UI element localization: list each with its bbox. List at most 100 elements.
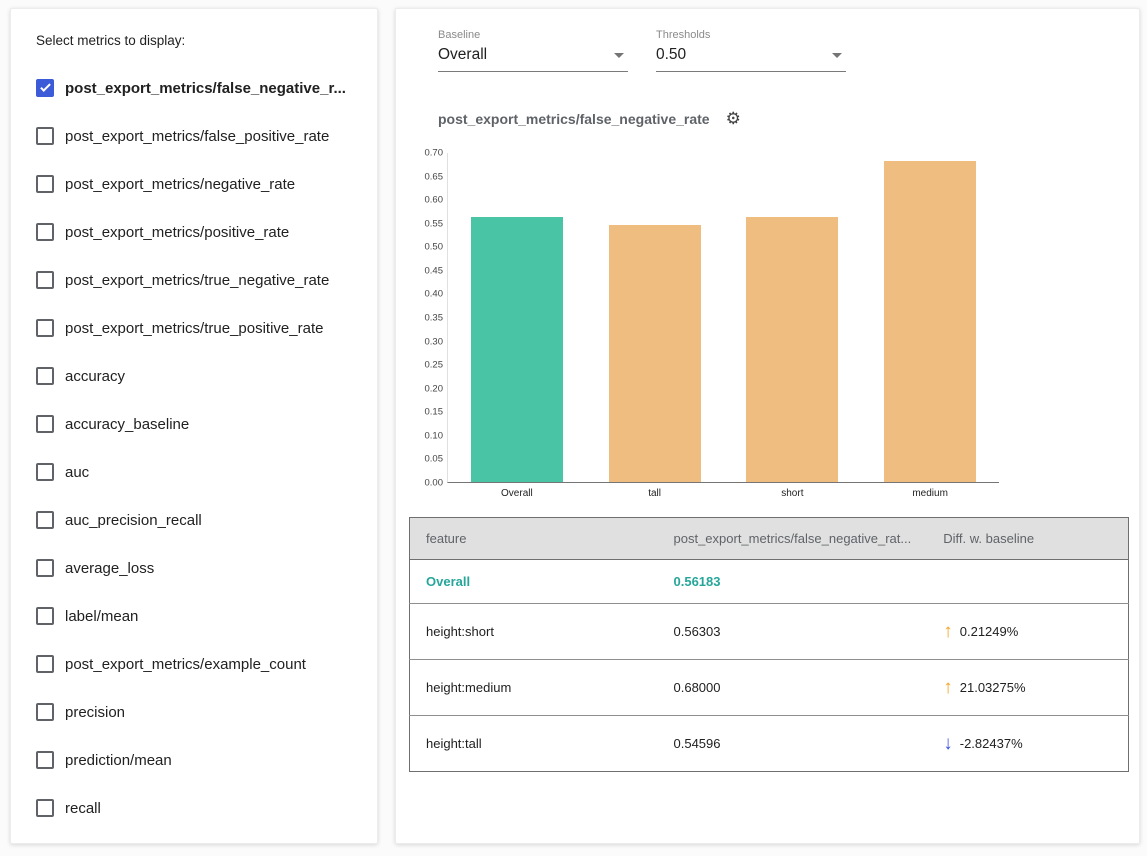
header-metric-value: post_export_metrics/false_negative_rat..… [658, 518, 928, 560]
thresholds-dropdown[interactable]: Thresholds 0.50 [656, 29, 846, 72]
checkbox-unchecked[interactable] [36, 223, 54, 241]
x-axis-label: short [724, 488, 862, 499]
checkbox-unchecked[interactable] [36, 319, 54, 337]
table-row[interactable]: height:short0.56303↑0.21249% [410, 604, 1129, 660]
metric-item[interactable]: post_export_metrics/false_positive_rate [36, 112, 377, 160]
metric-label: post_export_metrics/example_count [65, 656, 306, 673]
diff-cell [927, 560, 1128, 604]
checkbox-unchecked[interactable] [36, 127, 54, 145]
table-row[interactable]: height:tall0.54596↓-2.82437% [410, 716, 1129, 772]
metric-item[interactable]: recall [36, 784, 377, 832]
metric-label: post_export_metrics/true_negative_rate [65, 272, 329, 289]
checkbox-unchecked[interactable] [36, 271, 54, 289]
table-row[interactable]: height:medium0.68000↑21.03275% [410, 660, 1129, 716]
checkbox-unchecked[interactable] [36, 367, 54, 385]
y-axis-tick-label: 0.50 [425, 242, 444, 253]
y-axis: 0.000.050.100.150.200.250.300.350.400.45… [421, 153, 447, 483]
y-axis-tick-label: 0.00 [425, 478, 444, 489]
checkbox-unchecked[interactable] [36, 463, 54, 481]
header-diff: Diff. w. baseline [927, 518, 1128, 560]
metric-item[interactable]: post_export_metrics/true_positive_rate [36, 304, 377, 352]
bar-medium[interactable] [884, 161, 976, 482]
baseline-dropdown-value: Overall [438, 46, 487, 64]
y-axis-tick-label: 0.10 [425, 430, 444, 441]
checkbox-unchecked[interactable] [36, 607, 54, 625]
metric-selector-panel: Select metrics to display: post_export_m… [10, 8, 378, 844]
bar-chart: 0.000.050.100.150.200.250.300.350.400.45… [421, 153, 1127, 483]
metric-label: auc [65, 464, 89, 481]
checkbox-unchecked[interactable] [36, 415, 54, 433]
checkbox-unchecked[interactable] [36, 751, 54, 769]
diff-value: -2.82437% [960, 736, 1023, 751]
table-row[interactable]: Overall0.56183 [410, 560, 1129, 604]
y-axis-tick-label: 0.25 [425, 360, 444, 371]
down-arrow-icon: ↓ [943, 734, 953, 753]
checkbox-unchecked[interactable] [36, 799, 54, 817]
y-axis-tick-label: 0.20 [425, 383, 444, 394]
x-axis-label: tall [586, 488, 724, 499]
metric-item[interactable]: post_export_metrics/true_negative_rate [36, 256, 377, 304]
metric-item[interactable]: auc [36, 448, 377, 496]
metric-label: recall [65, 800, 101, 817]
diff-indicator: ↑ 21.03275% [943, 678, 1112, 697]
y-axis-tick-label: 0.35 [425, 313, 444, 324]
metric-value-cell: 0.54596 [658, 716, 928, 772]
metric-item[interactable]: accuracy [36, 352, 377, 400]
y-axis-tick-label: 0.60 [425, 195, 444, 206]
y-axis-tick-label: 0.55 [425, 218, 444, 229]
dropdown-arrow-icon [832, 53, 842, 58]
metric-selector-title: Select metrics to display: [36, 33, 377, 48]
diff-indicator: ↑ 0.21249% [943, 622, 1112, 641]
bar-slot: short [724, 153, 862, 482]
metric-item[interactable]: precision [36, 688, 377, 736]
diff-indicator: ↓ -2.82437% [943, 734, 1112, 753]
checkbox-checked[interactable] [36, 79, 54, 97]
metric-label: accuracy [65, 368, 125, 385]
metric-item[interactable]: auc_precision_recall [36, 496, 377, 544]
bar-short[interactable] [746, 217, 838, 482]
metric-label: prediction/mean [65, 752, 172, 769]
checkbox-unchecked[interactable] [36, 655, 54, 673]
bar-slot: tall [586, 153, 724, 482]
diff-cell: ↑ 21.03275% [927, 660, 1128, 716]
checkbox-unchecked[interactable] [36, 559, 54, 577]
metrics-results-panel: Baseline Overall Thresholds 0.50 post_ex… [395, 8, 1140, 844]
metric-item[interactable]: post_export_metrics/negative_rate [36, 160, 377, 208]
metric-label: post_export_metrics/negative_rate [65, 176, 295, 193]
diff-value: 0.21249% [960, 624, 1019, 639]
metric-item[interactable]: post_export_metrics/example_count [36, 640, 377, 688]
bar-tall[interactable] [609, 225, 701, 482]
controls-row: Baseline Overall Thresholds 0.50 [438, 29, 1127, 72]
diff-value: 21.03275% [960, 680, 1026, 695]
metric-item[interactable]: prediction/mean [36, 736, 377, 784]
metric-label: post_export_metrics/false_positive_rate [65, 128, 329, 145]
checkbox-unchecked[interactable] [36, 511, 54, 529]
metric-item[interactable]: label/mean [36, 592, 377, 640]
up-arrow-icon: ↑ [943, 622, 953, 641]
metric-item[interactable]: post_export_metrics/false_negative_r... [36, 64, 377, 112]
settings-gear-icon[interactable]: ⚙ [726, 110, 741, 127]
y-axis-tick-label: 0.30 [425, 336, 444, 347]
metric-label: post_export_metrics/false_negative_r... [65, 80, 346, 97]
metric-item[interactable]: average_loss [36, 544, 377, 592]
x-axis-label: Overall [448, 488, 586, 499]
metrics-list: post_export_metrics/false_negative_r...p… [36, 64, 377, 832]
bar-Overall[interactable] [471, 217, 563, 482]
metric-item[interactable]: accuracy_baseline [36, 400, 377, 448]
metric-item[interactable]: post_export_metrics/positive_rate [36, 208, 377, 256]
metrics-table-body: Overall0.56183height:short0.56303↑0.2124… [410, 560, 1129, 772]
up-arrow-icon: ↑ [943, 678, 953, 697]
checkmark-icon [40, 81, 51, 92]
metric-label: average_loss [65, 560, 154, 577]
baseline-dropdown-label: Baseline [438, 29, 628, 41]
feature-cell: height:medium [410, 660, 658, 716]
chart-title: post_export_metrics/false_negative_rate [438, 111, 710, 127]
table-header-row: feature post_export_metrics/false_negati… [410, 518, 1129, 560]
thresholds-dropdown-value: 0.50 [656, 46, 686, 64]
checkbox-unchecked[interactable] [36, 703, 54, 721]
baseline-dropdown[interactable]: Baseline Overall [438, 29, 628, 72]
checkbox-unchecked[interactable] [36, 175, 54, 193]
feature-cell: height:short [410, 604, 658, 660]
metric-label: precision [65, 704, 125, 721]
diff-cell: ↓ -2.82437% [927, 716, 1128, 772]
